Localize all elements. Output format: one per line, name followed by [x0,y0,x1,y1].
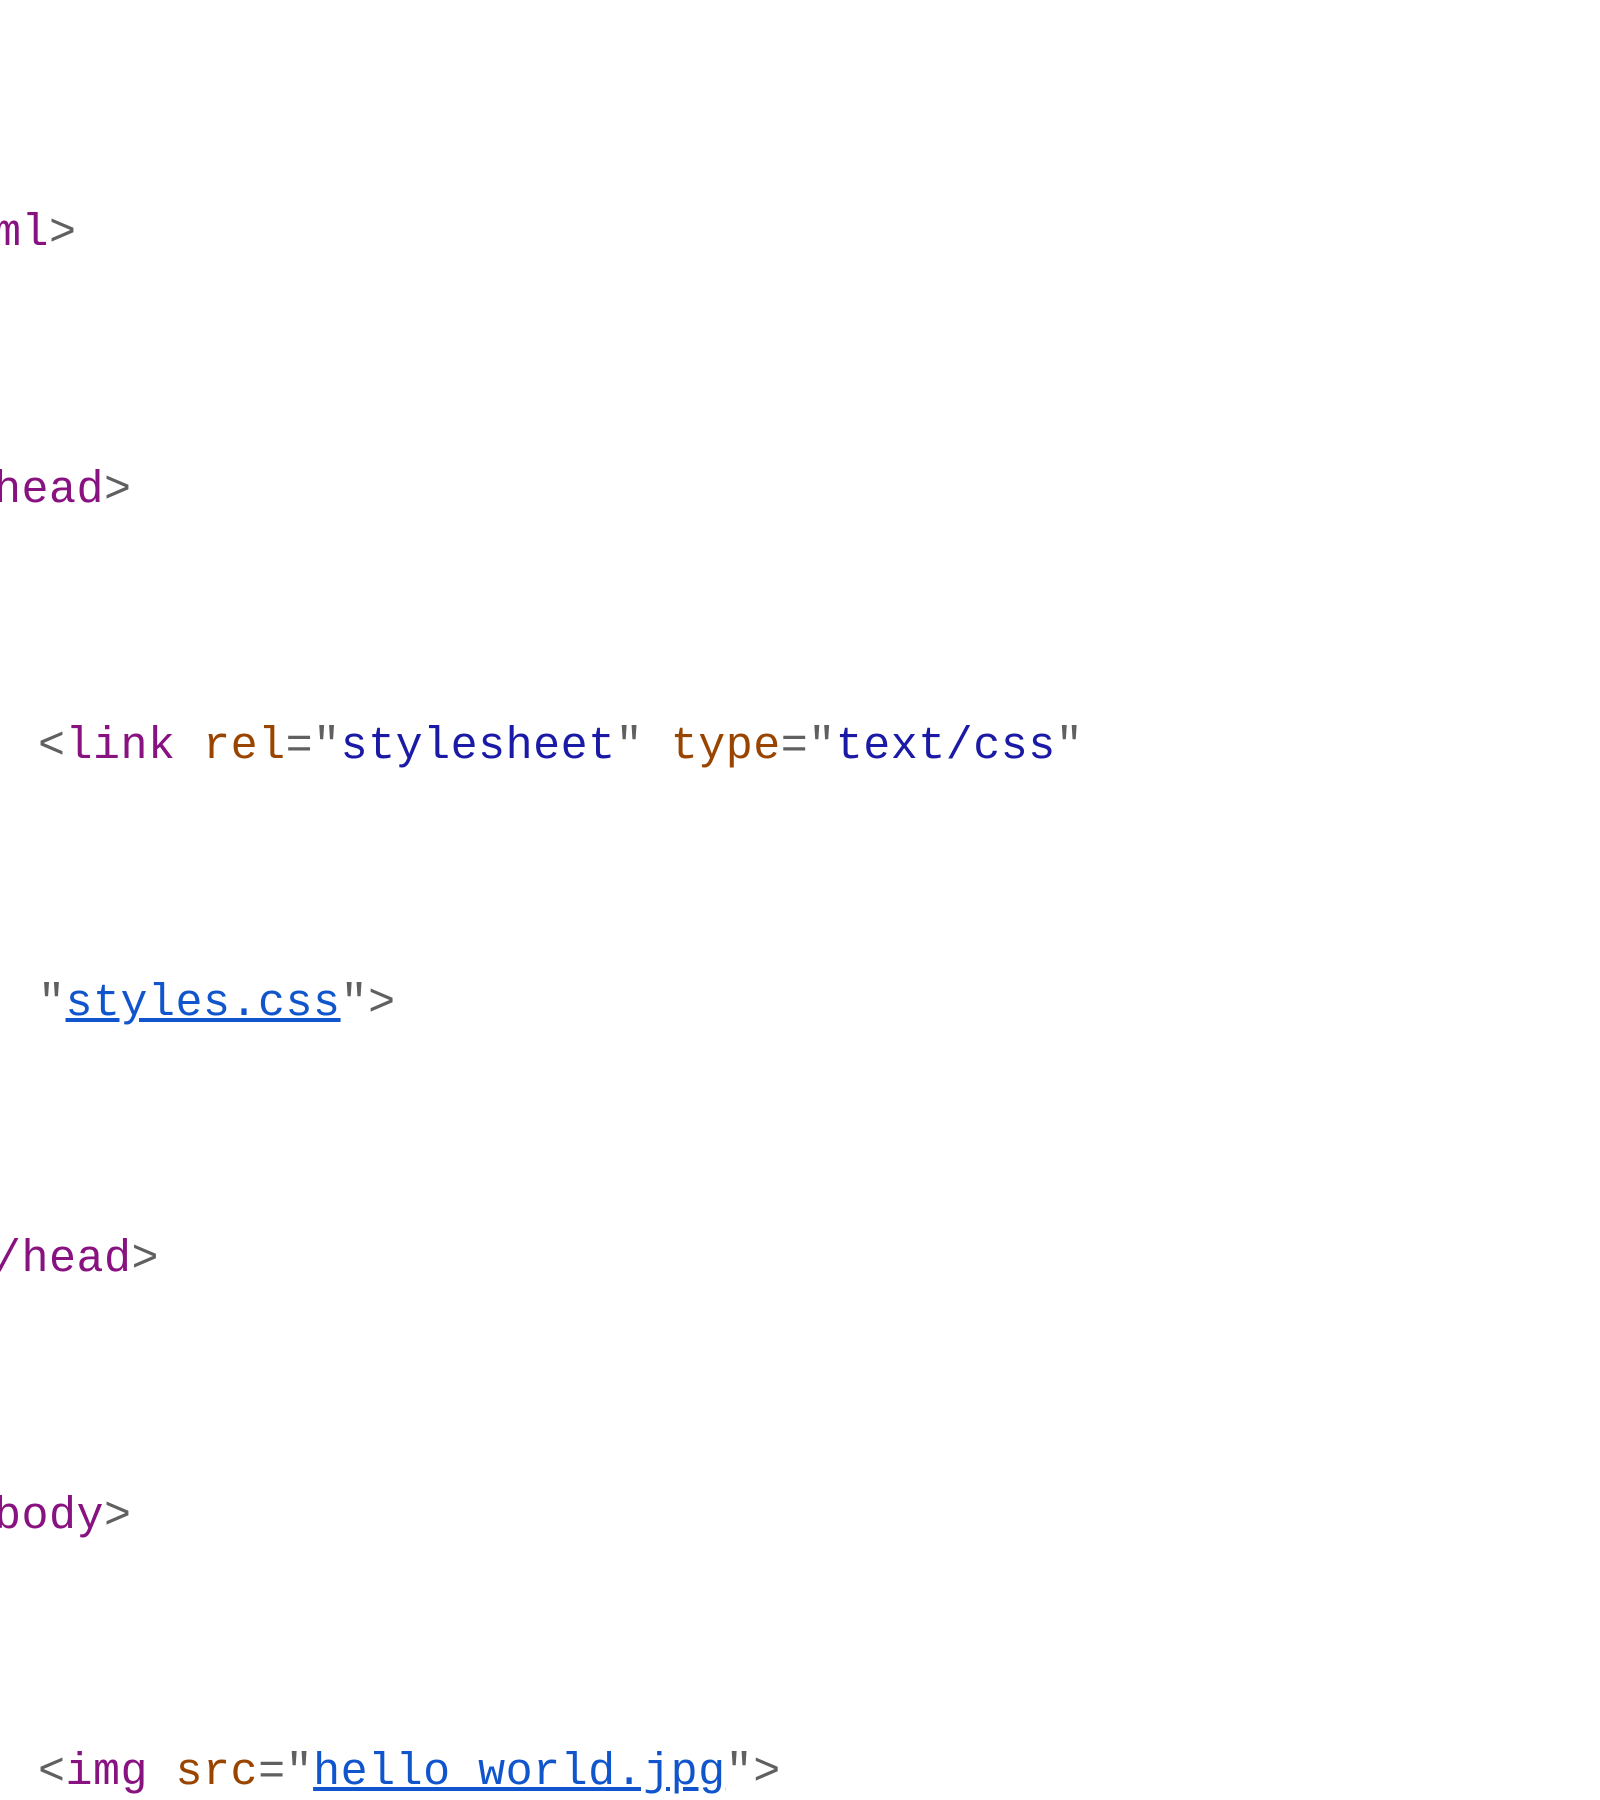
quote: " [38,978,66,1029]
attr-src: src [176,1747,259,1798]
quote: " [286,1747,314,1798]
bracket: < [38,1747,66,1798]
space [176,721,204,772]
quote: " [726,1747,754,1798]
code-line-body-open[interactable]: body> [0,1474,1600,1560]
space [148,1747,176,1798]
attr-type: type [671,721,781,772]
code-line-html-open[interactable]: ml> [0,191,1600,277]
code-line-head-close[interactable]: /head> [0,1217,1600,1303]
attr-rel: rel [203,721,286,772]
tag-head: head [0,465,104,516]
space [643,721,671,772]
tag-link: link [66,721,176,772]
bracket: > [132,1234,160,1285]
code-line-link[interactable]: <link rel="stylesheet" type="text/css" [0,704,1600,790]
quote: " [1056,721,1084,772]
bracket: < [38,721,66,772]
code-line-head-open[interactable]: head> [0,448,1600,534]
equals: = [781,721,809,772]
code-line-link-wrap[interactable]: "styles.css"> [0,961,1600,1047]
equals: = [286,721,314,772]
bracket: > [104,1491,132,1542]
code-line-img[interactable]: <img src="hello world.jpg"> [0,1730,1600,1800]
code-panel[interactable]: ml> head> <link rel="stylesheet" type="t… [0,0,1600,1800]
quote: " [313,721,341,772]
tag-head-close: /head [0,1234,132,1285]
val-textcss: text/css [836,721,1056,772]
tag-body: body [0,1491,104,1542]
quote: " [341,978,369,1029]
quote: " [808,721,836,772]
equals: = [258,1747,286,1798]
bracket: > [104,465,132,516]
val-stylesheet: stylesheet [341,721,616,772]
bracket: > [368,978,396,1029]
link-hello-world-jpg[interactable]: hello world.jpg [313,1747,726,1798]
bracket: > [753,1747,781,1798]
tag-img: img [66,1747,149,1798]
link-styles-css[interactable]: styles.css [66,978,341,1029]
tag-fragment: ml [0,208,49,259]
quote: " [616,721,644,772]
bracket: > [49,208,77,259]
